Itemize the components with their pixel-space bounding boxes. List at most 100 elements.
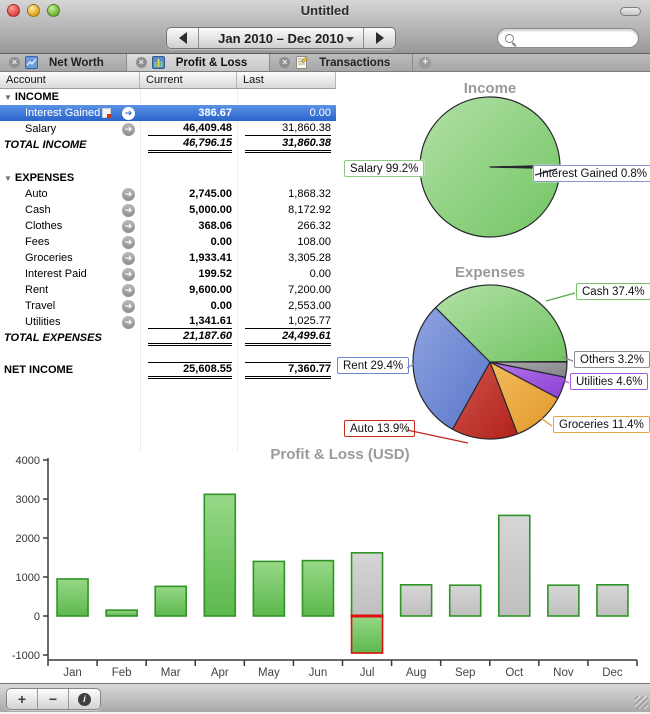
pie-label-groceries: Groceries 11.4% xyxy=(553,416,650,433)
table-row[interactable]: TOTAL INCOME46,796.1531,860.38 xyxy=(0,137,336,153)
bar-dec xyxy=(597,585,628,616)
note-icon xyxy=(102,108,111,118)
search-field[interactable] xyxy=(497,28,639,48)
drilldown-arrow-button[interactable]: ➔ xyxy=(122,188,135,201)
table-row[interactable]: Utilities➔1,341.611,025.77 xyxy=(0,314,336,330)
info-button[interactable]: i xyxy=(69,689,100,709)
current-value-cell: 386.67 xyxy=(140,105,237,121)
column-header-last[interactable]: Last xyxy=(237,72,335,88)
drilldown-arrow-button[interactable]: ➔ xyxy=(122,268,135,281)
table-row[interactable]: Interest Gained➔386.670.00 xyxy=(0,105,336,121)
tab-profit-and-loss[interactable]: × Profit & Loss xyxy=(127,54,271,71)
toolbar-lozenge-button[interactable] xyxy=(620,7,641,16)
bar-aug xyxy=(401,585,432,616)
x-axis-label: May xyxy=(258,667,280,679)
table-row[interactable]: Auto➔2,745.001,868.32 xyxy=(0,186,336,202)
current-value-cell: 2,745.00 xyxy=(140,186,237,202)
date-range-dropdown[interactable]: Jan 2010 – Dec 2010 xyxy=(199,28,363,48)
date-range-control: Jan 2010 – Dec 2010 xyxy=(166,27,396,49)
x-axis-label: Nov xyxy=(553,667,574,679)
bar-jun xyxy=(302,561,333,616)
pie-label-auto: Auto 13.9% xyxy=(344,420,415,437)
drilldown-arrow-button[interactable]: ➔ xyxy=(122,236,135,249)
drilldown-arrow-button[interactable]: ➔ xyxy=(122,300,135,313)
bar-oct xyxy=(499,515,530,616)
close-tab-icon[interactable]: × xyxy=(279,57,290,68)
account-name: Rent xyxy=(25,284,48,296)
search-input[interactable] xyxy=(514,32,638,44)
account-cell: Utilities➔ xyxy=(0,314,140,330)
account-cell: ▼EXPENSES xyxy=(0,170,140,186)
add-button[interactable]: + xyxy=(7,689,38,709)
last-value-cell: 3,305.28 xyxy=(237,250,336,266)
table-row[interactable]: Clothes➔368.06266.32 xyxy=(0,218,336,234)
remove-button[interactable]: − xyxy=(38,689,69,709)
account-name: Groceries xyxy=(25,252,73,264)
account-cell: Salary ➔ xyxy=(0,121,140,137)
close-tab-icon[interactable]: × xyxy=(9,57,20,68)
plus-icon: + xyxy=(419,57,431,69)
x-axis-label: Aug xyxy=(406,667,426,679)
table-row[interactable]: ▼INCOME xyxy=(0,89,336,105)
table-row[interactable]: Travel➔0.002,553.00 xyxy=(0,298,336,314)
total-label: TOTAL EXPENSES xyxy=(4,332,102,344)
x-axis-label: Mar xyxy=(161,667,181,679)
column-header-current[interactable]: Current xyxy=(140,72,237,88)
app-window: Untitled Jan 2010 – Dec 2010 × Net Worth… xyxy=(0,0,650,714)
current-value-cell: 25,608.55 xyxy=(140,362,237,378)
date-range-label: Jan 2010 – Dec 2010 xyxy=(218,31,344,46)
account-name: Travel xyxy=(25,300,55,312)
tab-bar: × Net Worth × Profit & Loss × Transactio… xyxy=(0,54,650,72)
last-value-cell: 7,200.00 xyxy=(237,282,336,298)
account-name: Clothes xyxy=(25,220,62,232)
table-row[interactable]: Salary➔46,409.4831,860.38 xyxy=(0,121,336,137)
chevron-down-icon xyxy=(346,37,354,46)
last-value-cell: 24,499.61 xyxy=(237,330,336,346)
current-value-cell: 9,600.00 xyxy=(140,282,237,298)
drilldown-arrow-button[interactable]: ➔ xyxy=(122,220,135,233)
last-value-cell: 7,360.77 xyxy=(237,362,336,378)
drilldown-arrow-button[interactable]: ➔ xyxy=(122,123,135,136)
account-cell: Cash➔ xyxy=(0,202,140,218)
bar-jul xyxy=(352,553,383,616)
close-tab-icon[interactable]: × xyxy=(136,57,147,68)
last-value-cell: 1,025.77 xyxy=(237,314,336,330)
account-name: Salary xyxy=(25,123,56,135)
account-cell: Interest Gained➔ xyxy=(0,105,140,121)
table-row[interactable]: Groceries➔1,933.413,305.28 xyxy=(0,250,336,266)
current-value-cell: 0.00 xyxy=(140,298,237,314)
last-value-cell: 108.00 xyxy=(237,234,336,250)
drilldown-arrow-button[interactable]: ➔ xyxy=(122,316,135,329)
table-row[interactable]: Rent ➔ 9,600.007,200.00 xyxy=(0,282,336,298)
table-row[interactable]: NET INCOME25,608.557,360.77 xyxy=(0,362,336,378)
table-row[interactable]: Cash➔5,000.008,172.92 xyxy=(0,202,336,218)
disclosure-triangle-icon[interactable]: ▼ xyxy=(4,174,12,183)
arrow-left-icon xyxy=(179,32,187,44)
resize-grip[interactable] xyxy=(635,696,648,709)
drilldown-arrow-button[interactable]: ➔ xyxy=(122,252,135,265)
bar-may xyxy=(253,561,284,616)
tab-transactions[interactable]: × Transactions xyxy=(270,54,413,71)
table-row[interactable]: ▼EXPENSES xyxy=(0,170,336,186)
account-cell: TOTAL EXPENSES xyxy=(0,330,140,346)
last-value-cell: 31,860.38 xyxy=(237,121,336,137)
drilldown-arrow-button[interactable]: ➔ xyxy=(122,284,135,297)
svg-text:0: 0 xyxy=(34,611,40,623)
current-value-cell: 21,187.60 xyxy=(140,330,237,346)
table-spacer xyxy=(0,153,336,170)
add-tab-button[interactable]: + xyxy=(413,54,437,71)
table-row[interactable]: TOTAL EXPENSES 21,187.6024,499.61 xyxy=(0,330,336,346)
column-header-account[interactable]: Account xyxy=(0,72,140,88)
account-cell: Fees➔ xyxy=(0,234,140,250)
drilldown-arrow-button[interactable]: ➔ xyxy=(122,107,135,120)
account-cell: Rent ➔ xyxy=(0,282,140,298)
table-row[interactable]: Fees➔0.00108.00 xyxy=(0,234,336,250)
next-period-button[interactable] xyxy=(363,28,395,48)
tab-net-worth[interactable]: × Net Worth xyxy=(0,54,127,71)
drilldown-arrow-button[interactable]: ➔ xyxy=(122,204,135,217)
table-row[interactable]: Interest Paid➔199.520.00 xyxy=(0,266,336,282)
current-value-cell: 368.06 xyxy=(140,218,237,234)
disclosure-triangle-icon[interactable]: ▼ xyxy=(4,93,12,102)
arrow-right-icon xyxy=(376,32,384,44)
previous-period-button[interactable] xyxy=(167,28,199,48)
